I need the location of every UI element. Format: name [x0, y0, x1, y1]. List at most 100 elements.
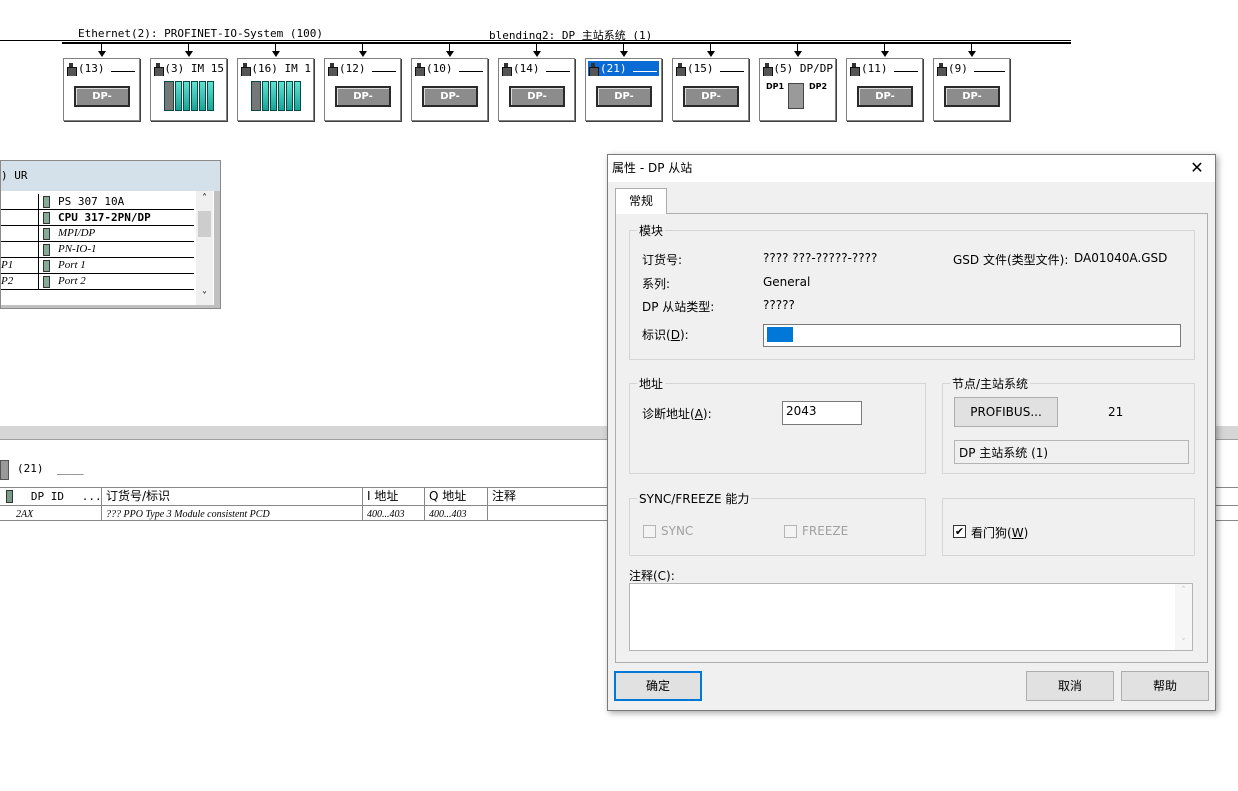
- detail-station-name: ____: [57, 462, 84, 475]
- cancel-button[interactable]: 取消: [1026, 671, 1114, 701]
- profibus-line[interactable]: [62, 42, 1071, 44]
- slave-number: (13): [78, 62, 105, 75]
- dp-slave[interactable]: (13) DP-NORM: [63, 58, 140, 121]
- identifier-input[interactable]: [763, 324, 1181, 347]
- slave-type-value: ?????: [763, 298, 795, 312]
- slave-header: (3) IM 15: [153, 61, 224, 76]
- col-dp-id[interactable]: DP ID ...: [0, 488, 102, 505]
- tab-general[interactable]: 常规: [615, 188, 667, 214]
- close-icon[interactable]: ✕: [1187, 157, 1207, 179]
- nav-arrow-icon[interactable]: [0, 460, 9, 480]
- node-master-group: 节点/主站系统 PROFIBUS... 21 DP 主站系统 (1): [942, 375, 1195, 474]
- slave-number: (12): [339, 62, 366, 75]
- row-i-address: 400...403: [363, 506, 425, 520]
- scroll-up-icon[interactable]: ˄: [196, 191, 213, 207]
- dialog-title: 属性 - DP 从站: [612, 161, 693, 175]
- rack-row[interactable]: MPI/DP: [1, 226, 194, 242]
- diagnostic-address-label: 诊断地址(A):: [642, 407, 712, 421]
- gsd-file-label: GSD 文件(类型文件):: [953, 253, 1069, 267]
- sync-freeze-group-title: SYNC/FREEZE 能力: [637, 490, 752, 507]
- slave-number: (5) DP/DP: [773, 62, 833, 75]
- col-q-address[interactable]: Q 地址: [425, 488, 488, 505]
- text-selection: [767, 327, 793, 342]
- dp-slave[interactable]: (21) DP-NORM: [585, 58, 662, 121]
- slave-name-placeholder: [110, 64, 135, 72]
- dp-slave[interactable]: (11) DP-NORM: [846, 58, 923, 121]
- dp-norm-icon: DP-NORM: [683, 86, 739, 119]
- hardware-rack-window[interactable]: ) UR PS 307 10A CPU 317-2PN/DP MPI/DP PN-IO…: [0, 160, 221, 309]
- slave-header: (16) IM 1: [240, 61, 311, 76]
- detail-station-number: (21): [17, 462, 44, 475]
- slave-device-icon: [501, 62, 512, 76]
- dp-slave[interactable]: (9) DP-NORM: [933, 58, 1010, 121]
- slave-name-placeholder: [371, 64, 396, 72]
- dp-slave[interactable]: (5) DP/DP DP1 DP2: [759, 58, 836, 121]
- dp-slave[interactable]: (16) IM 1: [237, 58, 314, 121]
- dp-slave[interactable]: (3) IM 15: [150, 58, 227, 121]
- column-divider: [38, 242, 39, 258]
- col-i-address[interactable]: I 地址: [363, 488, 425, 505]
- freeze-checkbox[interactable]: [784, 525, 797, 538]
- family-value: General: [763, 275, 811, 289]
- rack-module-name: MPI/DP: [58, 227, 96, 239]
- slave-name-placeholder: [458, 64, 483, 72]
- rack-row[interactable]: PN-IO-1: [1, 242, 194, 258]
- family-label: 系列:: [642, 277, 671, 291]
- comment-scrollbar[interactable]: ˄ ˅: [1175, 584, 1192, 650]
- slave-name-placeholder: [632, 64, 657, 72]
- scroll-down-icon[interactable]: ˅: [1175, 638, 1192, 648]
- slave-type-label: DP 从站类型:: [642, 300, 715, 314]
- help-button[interactable]: 帮助: [1121, 671, 1209, 701]
- order-number-label: 订货号:: [642, 253, 683, 267]
- rack-row[interactable]: CPU 317-2PN/DP: [1, 210, 194, 226]
- sync-label: SYNC: [661, 524, 694, 538]
- slave-header: (21): [588, 61, 659, 76]
- column-divider: [38, 258, 39, 274]
- slave-header: (9): [936, 61, 1007, 76]
- dp-slave[interactable]: (15) DP-NORM: [672, 58, 749, 121]
- rack-row[interactable]: P2 Port 2: [1, 274, 194, 290]
- column-divider: [38, 226, 39, 242]
- rack-row[interactable]: P1 Port 1: [1, 258, 194, 274]
- slave-device-icon: [240, 62, 252, 76]
- watchdog-checkbox[interactable]: ✔: [953, 525, 966, 538]
- comment-textarea[interactable]: ˄ ˅: [629, 583, 1193, 651]
- sync-checkbox[interactable]: [643, 525, 656, 538]
- rack-scrollbar[interactable]: ˄ ˅: [196, 191, 213, 305]
- col-order-no[interactable]: 订货号/标识: [102, 488, 363, 505]
- slave-name-placeholder: [719, 64, 744, 72]
- master-system-field: DP 主站系统 (1): [954, 440, 1189, 464]
- dp-slave[interactable]: (10) DP-NORM: [411, 58, 488, 121]
- rack-table: PS 307 10A CPU 317-2PN/DP MPI/DP PN-IO-1 P1 P…: [1, 191, 214, 305]
- profibus-button[interactable]: PROFIBUS...: [954, 397, 1058, 427]
- rack-title: ) UR: [1, 161, 220, 191]
- slave-device-icon: [327, 62, 338, 76]
- dp-norm-icon: DP-NORM: [596, 86, 652, 119]
- dp-norm-icon: DP-NORM: [422, 86, 478, 119]
- bus-connector-icon: [533, 51, 541, 57]
- slave-number: (11): [861, 62, 888, 75]
- slave-header: (14): [501, 61, 572, 76]
- dp-slave[interactable]: (12) DP-NORM: [324, 58, 401, 121]
- slave-header: (10): [414, 61, 485, 76]
- dp-slave[interactable]: (14) DP-NORM: [498, 58, 575, 121]
- sync-freeze-group: SYNC/FREEZE 能力 SYNC FREEZE: [629, 490, 926, 556]
- dp-norm-icon: DP-NORM: [509, 86, 565, 119]
- ok-button[interactable]: 确定: [614, 671, 702, 701]
- rack-module-name: PN-IO-1: [58, 243, 97, 255]
- bus-connector-icon: [881, 51, 889, 57]
- slave-name-placeholder: [545, 64, 570, 72]
- module-icon: [43, 260, 50, 272]
- rack-scroll-thumb[interactable]: [198, 211, 211, 237]
- diagnostic-address-input[interactable]: 2043: [782, 401, 862, 425]
- slave-number: (3) IM 15: [164, 62, 224, 75]
- row-dp-id: 2AX: [0, 506, 102, 520]
- bus-connector-icon: [968, 51, 976, 57]
- slave-number: (15): [687, 62, 714, 75]
- dialog-titlebar[interactable]: 属性 - DP 从站 ✕: [608, 155, 1215, 182]
- row-q-address: 400...403: [425, 506, 488, 520]
- slave-header: (11): [849, 61, 920, 76]
- rack-row[interactable]: PS 307 10A: [1, 194, 194, 210]
- scroll-up-icon[interactable]: ˄: [1175, 586, 1192, 596]
- scroll-down-icon[interactable]: ˅: [196, 289, 213, 305]
